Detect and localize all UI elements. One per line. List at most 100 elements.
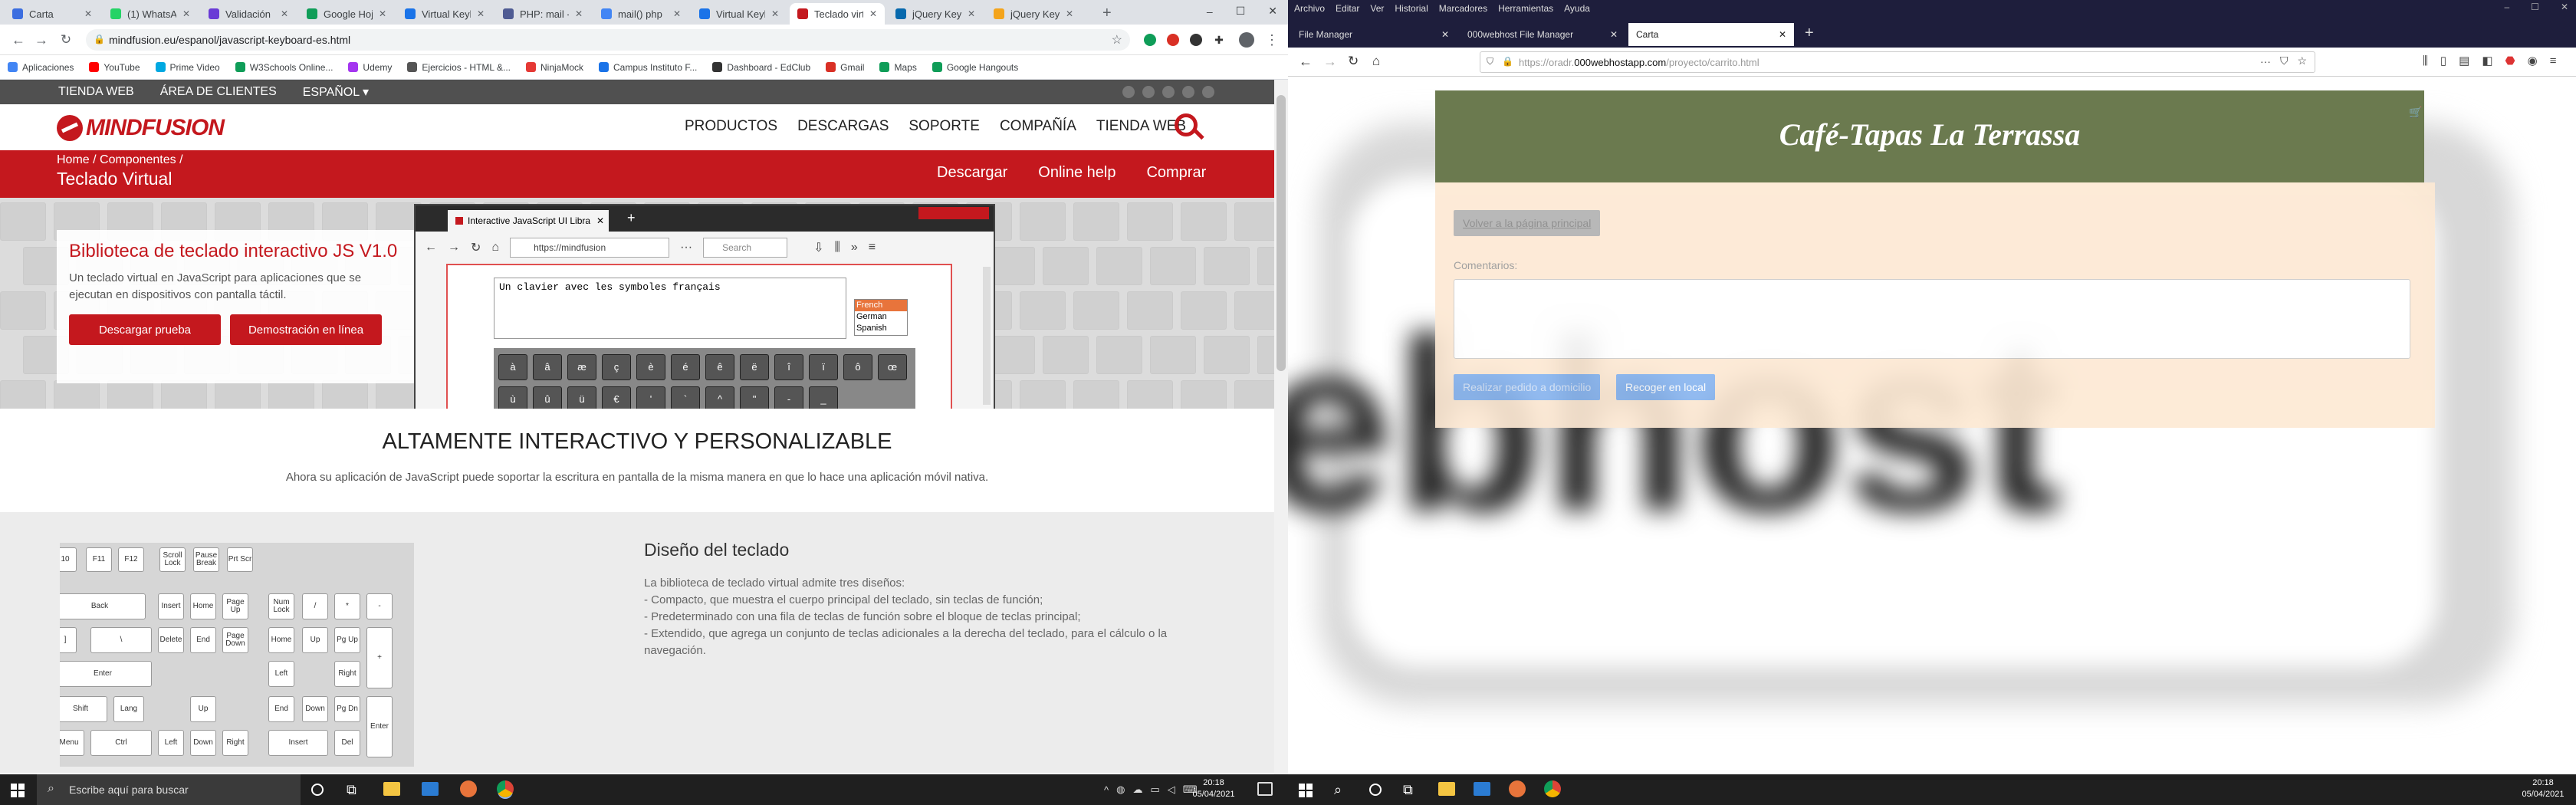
- extension-icon[interactable]: ◧: [2482, 54, 2492, 67]
- top-link[interactable]: ÁREA DE CLIENTES: [160, 85, 277, 99]
- bookmark-item[interactable]: Maps: [879, 62, 917, 73]
- menu-item[interactable]: Herramientas: [1498, 3, 1553, 14]
- minimize-icon[interactable]: –: [2504, 2, 2509, 12]
- adblock-icon[interactable]: ⬣: [2505, 54, 2515, 67]
- close-icon[interactable]: ✕: [379, 8, 386, 19]
- close-icon[interactable]: ✕: [1441, 29, 1449, 40]
- account-icon[interactable]: ◉: [2528, 54, 2538, 67]
- breadcrumb[interactable]: Home / Componentes /: [57, 153, 183, 167]
- task-view-icon[interactable]: ⧉: [347, 782, 356, 798]
- top-link[interactable]: TIENDA WEB: [58, 85, 134, 99]
- mail-icon[interactable]: [422, 782, 439, 796]
- avatar[interactable]: [1239, 32, 1254, 48]
- pickup-button[interactable]: Recoger en local: [1616, 374, 1716, 400]
- menu-item[interactable]: Marcadores: [1439, 3, 1487, 14]
- scrollbar-thumb[interactable]: [1276, 95, 1286, 371]
- close-icon[interactable]: ✕: [575, 8, 583, 19]
- bookmark-item[interactable]: Campus Instituto F...: [599, 62, 697, 73]
- close-icon[interactable]: ✕: [673, 8, 681, 19]
- twitter-icon[interactable]: [1122, 86, 1135, 98]
- browser-tab[interactable]: (1) WhatsAp ✕: [103, 3, 198, 25]
- page-scrollbar[interactable]: [1274, 80, 1288, 774]
- library-icon[interactable]: ⫼: [2423, 54, 2428, 67]
- tab-000webhost[interactable]: 000webhost File Manager ✕: [1460, 23, 1625, 46]
- pocket-icon[interactable]: ⛉: [2280, 54, 2288, 67]
- linkedin-icon[interactable]: [1162, 86, 1175, 98]
- browser-tab[interactable]: Google Hoj ✕: [299, 3, 394, 25]
- close-icon[interactable]: ✕: [1779, 29, 1786, 40]
- close-icon[interactable]: ✕: [1610, 29, 1618, 40]
- tab-file-manager[interactable]: File Manager ✕: [1291, 23, 1457, 46]
- firefox-icon[interactable]: [1509, 780, 1526, 797]
- close-icon[interactable]: ✕: [771, 8, 779, 19]
- tray-icon[interactable]: ◍: [1116, 784, 1125, 796]
- bookmark-item[interactable]: Aplicaciones: [8, 62, 74, 73]
- online-demo-button[interactable]: Demostración en línea: [230, 314, 382, 345]
- browser-tab[interactable]: jQuery Keyp ✕: [986, 3, 1081, 25]
- new-tab-icon[interactable]: +: [1805, 25, 1814, 42]
- file-explorer-icon[interactable]: [1438, 782, 1455, 796]
- browser-tab[interactable]: Virtual Keyb ✕: [692, 3, 787, 25]
- back-icon[interactable]: ←: [11, 32, 26, 48]
- new-tab-icon[interactable]: +: [1102, 5, 1112, 22]
- close-icon[interactable]: ✕: [2561, 2, 2568, 12]
- mail-icon[interactable]: [1474, 782, 1490, 796]
- forward-icon[interactable]: →: [34, 32, 49, 48]
- file-explorer-icon[interactable]: [383, 782, 400, 796]
- forward-icon[interactable]: →: [1323, 54, 1337, 70]
- bookmark-item[interactable]: Ejercicios - HTML &...: [407, 62, 511, 73]
- download-trial-button[interactable]: Descargar prueba: [69, 314, 221, 345]
- address-bar[interactable]: 🔒 mindfusion.eu/espanol/javascript-keybo…: [86, 29, 1130, 51]
- maximize-icon[interactable]: ☐: [2531, 2, 2539, 12]
- windows-start-icon[interactable]: [1299, 784, 1313, 797]
- back-icon[interactable]: ←: [1299, 54, 1313, 70]
- extension-icon[interactable]: [1167, 34, 1179, 46]
- close-icon[interactable]: ✕: [281, 8, 288, 19]
- mf-logo[interactable]: MINDFUSION: [57, 115, 225, 141]
- windows-start-icon[interactable]: [11, 784, 25, 797]
- chevron-up-icon[interactable]: ^: [1104, 784, 1109, 796]
- buy-link[interactable]: Comprar: [1146, 164, 1206, 182]
- firefox-icon[interactable]: [460, 780, 477, 797]
- browser-tab[interactable]: Virtual Keyb ✕: [397, 3, 492, 25]
- bookmark-item[interactable]: NinjaMock: [526, 62, 583, 73]
- clock[interactable]: 20:18 05/04/2021: [1187, 777, 1240, 800]
- reload-icon[interactable]: ↻: [1348, 54, 1359, 69]
- browser-tab[interactable]: Teclado virt ✕: [790, 3, 885, 25]
- bookmark-item[interactable]: W3Schools Online...: [235, 62, 333, 73]
- sidebar-icon[interactable]: ▯: [2440, 54, 2446, 67]
- chrome-icon[interactable]: [1544, 780, 1561, 797]
- close-icon[interactable]: ✕: [968, 8, 975, 19]
- close-icon[interactable]: ✕: [477, 8, 485, 19]
- online-help-link[interactable]: Online help: [1038, 164, 1116, 182]
- home-icon[interactable]: ⌂: [1372, 54, 1380, 69]
- browser-tab[interactable]: PHP: mail - ✕: [495, 3, 590, 25]
- menu-item[interactable]: Ayuda: [1564, 3, 1590, 14]
- taskbar-search[interactable]: ⌕ Escribe aquí para buscar: [37, 774, 301, 805]
- reader-icon[interactable]: ▤: [2459, 54, 2469, 67]
- more-icon[interactable]: ···: [2260, 55, 2271, 67]
- network-icon[interactable]: ▭: [1150, 784, 1159, 796]
- bookmark-item[interactable]: Gmail: [826, 62, 864, 73]
- reload-icon[interactable]: ↻: [58, 32, 74, 48]
- minimize-icon[interactable]: –: [1207, 5, 1213, 18]
- close-icon[interactable]: ✕: [84, 8, 92, 19]
- cortana-icon[interactable]: [311, 784, 324, 796]
- bookmark-item[interactable]: Google Hangouts: [932, 62, 1018, 73]
- youtube-icon[interactable]: [1182, 86, 1194, 98]
- puzzle-icon[interactable]: ✚: [1213, 34, 1225, 46]
- bookmark-item[interactable]: Prime Video: [155, 62, 220, 73]
- cortana-icon[interactable]: [1369, 784, 1382, 796]
- browser-tab[interactable]: mail() php ✕: [593, 3, 688, 25]
- menu-item[interactable]: PRODUCTOS: [685, 118, 777, 135]
- menu-icon[interactable]: ≡: [2550, 54, 2557, 67]
- search-icon[interactable]: [1175, 113, 1204, 140]
- back-to-home-button[interactable]: Volver a la página principal: [1454, 210, 1601, 236]
- extension-icon[interactable]: [1144, 34, 1156, 46]
- menu-item[interactable]: Editar: [1336, 3, 1359, 14]
- chrome-icon[interactable]: [497, 780, 514, 797]
- extension-icon[interactable]: [1190, 34, 1202, 46]
- close-icon[interactable]: ✕: [869, 8, 877, 19]
- cloud-icon[interactable]: ☁: [1132, 784, 1142, 796]
- download-link[interactable]: Descargar: [937, 164, 1007, 182]
